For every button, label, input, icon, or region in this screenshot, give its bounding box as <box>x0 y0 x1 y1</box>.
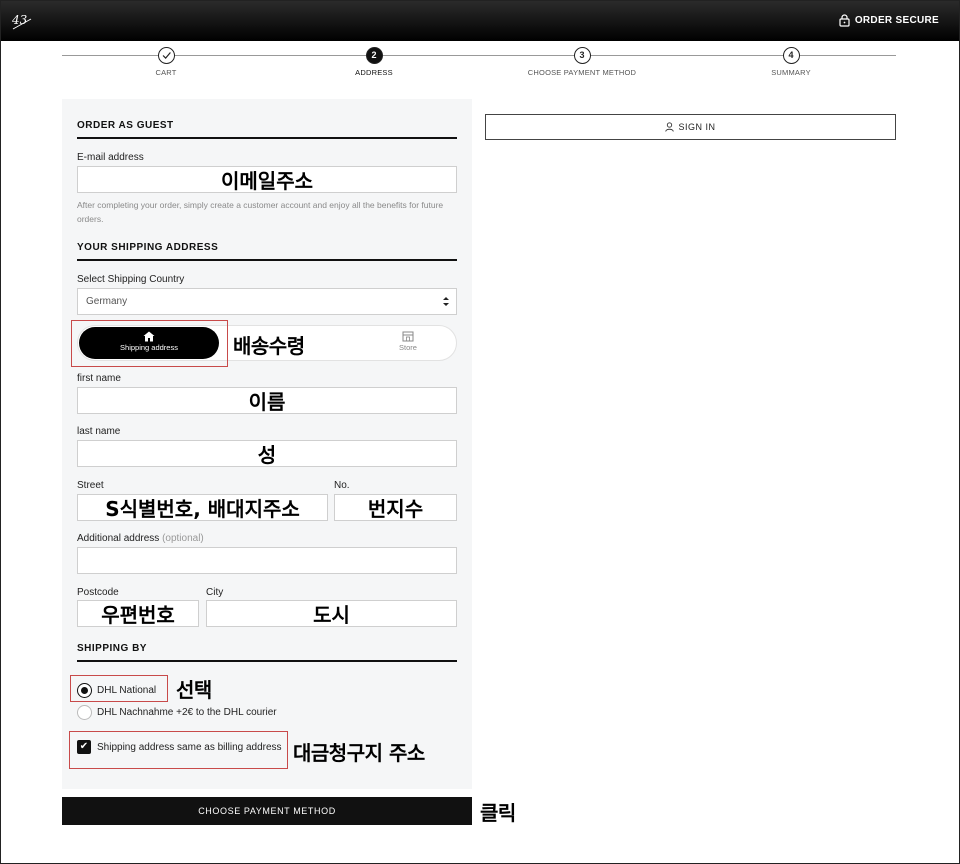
toggle-store[interactable]: Store <box>378 327 438 359</box>
country-value: Germany <box>86 296 128 307</box>
select-arrows-icon <box>443 297 449 306</box>
step-payment: 3 CHOOSE PAYMENT METHOD <box>512 47 652 77</box>
optional-tag: (optional) <box>162 533 204 544</box>
step-number: 2 <box>365 47 383 64</box>
shipping-option-note: 선택 <box>176 678 212 702</box>
svg-text:43: 43 <box>11 13 28 27</box>
email-field[interactable]: 이메일주소 <box>77 166 457 193</box>
email-label: E-mail address <box>77 152 144 163</box>
step-number: 4 <box>782 47 800 64</box>
last-name-field[interactable]: 성 <box>77 440 457 467</box>
additional-address-label: Additional address (optional) <box>77 533 204 544</box>
city-label: City <box>206 587 224 598</box>
step-summary: 4 SUMMARY <box>721 47 861 77</box>
step-label: SUMMARY <box>771 68 811 77</box>
guest-help-text: After completing your order, simply crea… <box>77 200 444 224</box>
city-field[interactable]: 도시 <box>206 600 457 627</box>
first-name-label: first name <box>77 373 121 384</box>
additional-address-field[interactable] <box>77 547 457 574</box>
order-secure-label: ORDER SECURE <box>854 15 939 26</box>
house-number-label: No. <box>334 480 350 491</box>
sign-in-label: SIGN IN <box>678 122 716 132</box>
section-divider <box>77 137 457 139</box>
postcode-field[interactable]: 우편번호 <box>77 600 199 627</box>
radio-unselected[interactable] <box>77 705 92 720</box>
user-icon <box>665 122 675 132</box>
toggle-note: 배송수령 <box>233 334 305 358</box>
additional-address-text: Additional address <box>77 533 160 544</box>
choose-payment-button[interactable]: CHOOSE PAYMENT METHOD <box>62 797 472 825</box>
postcode-label: Postcode <box>77 587 119 598</box>
shipping-by-title: SHIPPING BY <box>77 643 147 654</box>
primary-note: 클릭 <box>480 801 516 825</box>
toggle-store-label: Store <box>399 343 417 352</box>
order-secure: ORDER SECURE <box>839 14 939 27</box>
street-field[interactable]: S식별번호, 배대지주소 <box>77 494 328 521</box>
highlight-box <box>70 675 168 702</box>
billing-note: 대금청구지 주소 <box>293 741 425 765</box>
shipping-address-title: YOUR SHIPPING ADDRESS <box>77 242 219 253</box>
shipping-option-dhl-cod[interactable]: DHL Nachnahme +2€ to the DHL courier <box>77 705 277 720</box>
step-label: CHOOSE PAYMENT METHOD <box>527 68 637 77</box>
brand-logo[interactable]: 43 <box>11 9 35 33</box>
last-name-label: last name <box>77 426 121 437</box>
step-cart[interactable]: CART <box>96 47 236 77</box>
store-icon <box>402 331 414 342</box>
check-icon <box>157 47 175 64</box>
sign-in-button[interactable]: SIGN IN <box>485 114 896 140</box>
shipping-option-label: DHL Nachnahme +2€ to the DHL courier <box>97 707 277 718</box>
lock-icon <box>839 14 850 27</box>
highlight-box <box>71 320 228 367</box>
first-name-field[interactable]: 이름 <box>77 387 457 414</box>
section-divider <box>77 660 457 662</box>
country-label: Select Shipping Country <box>77 274 185 285</box>
top-header: 43 ORDER SECURE <box>1 1 959 41</box>
street-label: Street <box>77 480 104 491</box>
country-select[interactable]: Germany <box>77 288 457 315</box>
step-number: 3 <box>573 47 591 64</box>
step-address: 2 ADDRESS <box>304 47 444 77</box>
step-label: CART <box>155 68 177 77</box>
highlight-box <box>69 731 288 769</box>
step-label: ADDRESS <box>355 68 393 77</box>
house-number-field[interactable]: 번지수 <box>334 494 457 521</box>
guest-title: ORDER AS GUEST <box>77 120 174 131</box>
section-divider <box>77 259 457 261</box>
